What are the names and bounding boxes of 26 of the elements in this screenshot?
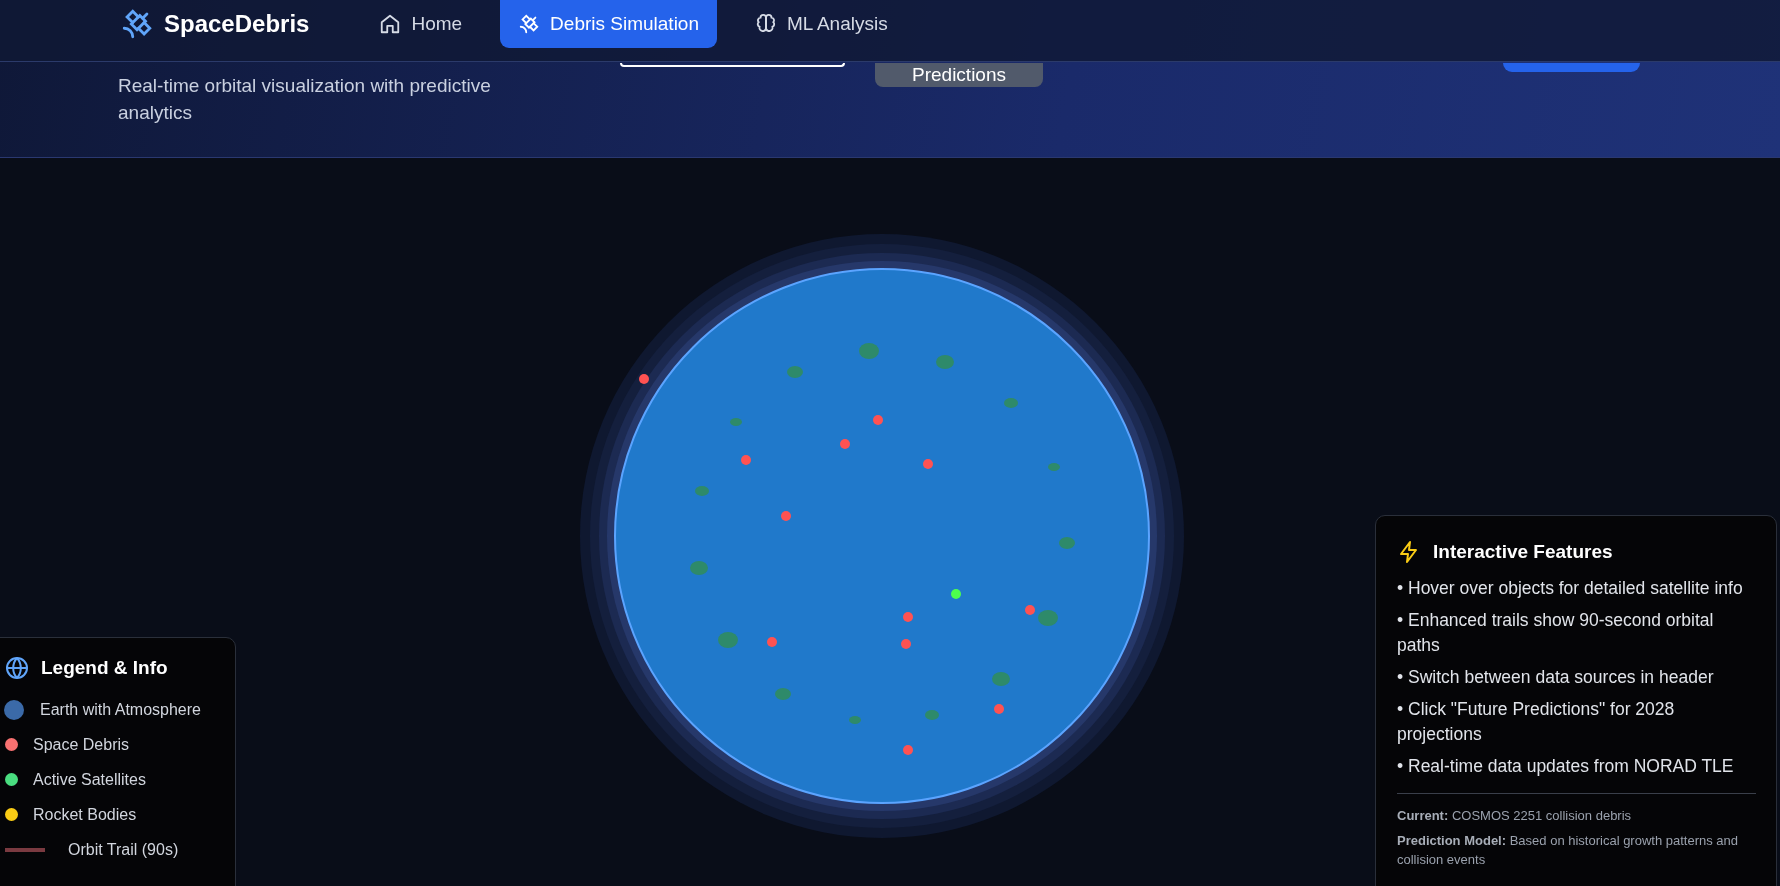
feature-item: • Enhanced trails show 90-second orbital paths	[1397, 609, 1715, 657]
legend-label: Orbit Trail (90s)	[68, 840, 179, 859]
home-icon	[379, 12, 402, 35]
nav-tab[interactable]: Debris Simulation	[500, 0, 717, 48]
satellite-icon	[518, 12, 541, 35]
nav-tab[interactable]: ML Analysis	[737, 0, 906, 48]
legend-label: Active Satellites	[33, 770, 146, 789]
satellite-icon	[120, 6, 154, 41]
feature-item: • Switch between data sources in header	[1397, 666, 1715, 689]
legend-title: Legend & Info	[41, 657, 168, 679]
info-note: Current: COSMOS 2251 collision debris	[1397, 807, 1633, 825]
feature-item: • Hover over objects for detailed satellite info	[1397, 577, 1744, 600]
predictions-button[interactable]: Predictions	[875, 63, 1043, 87]
globe-icon	[5, 656, 29, 680]
info-note: Prediction Model: Based on historical growth patterns and collision events	[1397, 832, 1740, 869]
legend-label: Space Debris	[33, 735, 130, 754]
legend-label: Rocket Bodies	[33, 805, 137, 824]
nav-tab[interactable]: Home	[361, 0, 481, 48]
select-field[interactable]	[620, 63, 845, 67]
legend-label: Earth with Atmosphere	[40, 700, 201, 719]
brain-icon	[755, 12, 777, 35]
features-title: Interactive Features	[1433, 541, 1613, 563]
feature-item: • Click "Future Predictions" for 2028 projections	[1397, 698, 1676, 746]
brand-name[interactable]: SpaceDebris	[164, 9, 310, 38]
feature-item: • Real-time data updates from NORAD TLE	[1397, 755, 1735, 778]
subtitle: Real-time orbital visualization with predictive analytics	[118, 74, 492, 125]
